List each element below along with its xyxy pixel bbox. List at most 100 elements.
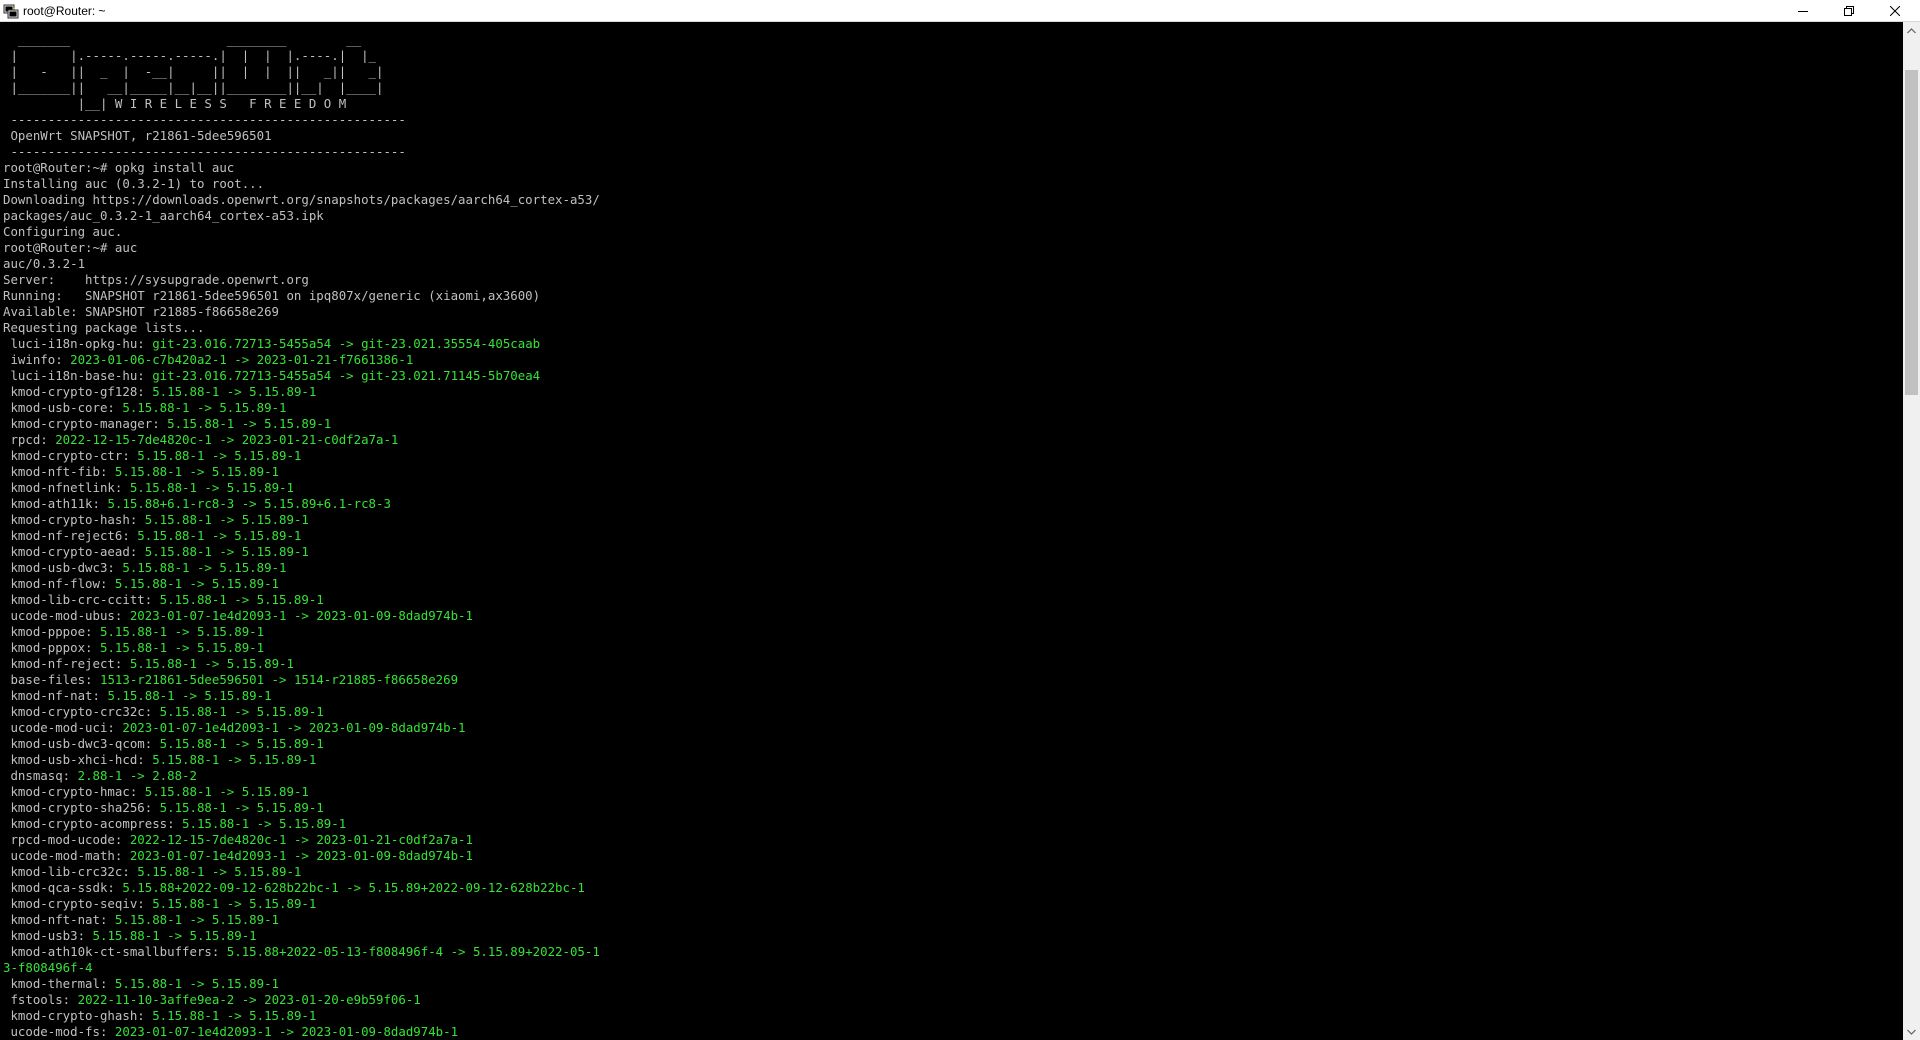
terminal-output[interactable]: _______ ________ __ | |.-----.-----.----… — [0, 22, 1903, 1040]
package-name: kmod-ath10k-ct-smallbuffers: — [3, 944, 227, 959]
package-name: kmod-crypto-gf128: — [3, 384, 153, 399]
restore-icon — [1844, 6, 1854, 16]
line-text: Server: https://sysupgrade.openwrt.org — [3, 272, 309, 287]
scrollbar-thumb[interactable] — [1905, 70, 1918, 395]
terminal-line: kmod-nft-nat: 5.15.88-1 -> 5.15.89-1 — [3, 912, 600, 928]
package-version-change: 5.15.88-1 -> 5.15.89-1 — [159, 800, 324, 815]
terminal-line: luci-i18n-base-hu: git-23.016.72713-5455… — [3, 368, 600, 384]
package-name: kmod-lib-crc32c: — [3, 864, 138, 879]
package-version-change: 2.88-1 -> 2.88-2 — [77, 768, 197, 783]
package-name: ucode-mod-ubus: — [3, 608, 130, 623]
package-name: kmod-pppox: — [3, 640, 100, 655]
package-version-change: 5.15.88-1 -> 5.15.89-1 — [152, 384, 317, 399]
package-name: kmod-nf-flow: — [3, 576, 115, 591]
package-name: kmod-nft-fib: — [3, 464, 115, 479]
package-version-change: 5.15.88-1 -> 5.15.89-1 — [159, 592, 324, 607]
terminal-line: kmod-crypto-seqiv: 5.15.88-1 -> 5.15.89-… — [3, 896, 600, 912]
scroll-up-arrow-icon[interactable] — [1903, 22, 1920, 39]
package-version-change: 5.15.88-1 -> 5.15.89-1 — [159, 704, 324, 719]
terminal-line: rpcd: 2022-12-15-7de4820c-1 -> 2023-01-2… — [3, 432, 600, 448]
line-text: |__| W I R E L E S S F R E E D O M — [3, 96, 347, 111]
package-name: kmod-qca-ssdk: — [3, 880, 123, 895]
line-text: root@Router:~# opkg install auc — [3, 160, 235, 175]
terminal-line: OpenWrt SNAPSHOT, r21861-5dee596501 — [3, 128, 600, 144]
scroll-down-arrow-icon[interactable] — [1903, 1023, 1920, 1040]
terminal-line: Available: SNAPSHOT r21885-f86658e269 — [3, 304, 600, 320]
terminal-line: luci-i18n-opkg-hu: git-23.016.72713-5455… — [3, 336, 600, 352]
terminal-line: kmod-lib-crc32c: 5.15.88-1 -> 5.15.89-1 — [3, 864, 600, 880]
package-version-change: 5.15.88-1 -> 5.15.89-1 — [122, 400, 287, 415]
terminal-line: kmod-usb3: 5.15.88-1 -> 5.15.89-1 — [3, 928, 600, 944]
line-text: Available: SNAPSHOT r21885-f86658e269 — [3, 304, 280, 319]
terminal-line: ucode-mod-uci: 2023-01-07-1e4d2093-1 -> … — [3, 720, 600, 736]
terminal-lines: _______ ________ __ | |.-----.-----.----… — [3, 32, 600, 1040]
package-version-change: 5.15.88-1 -> 5.15.89-1 — [122, 560, 287, 575]
package-version-change: 5.15.88-1 -> 5.15.89-1 — [137, 448, 302, 463]
terminal-line: kmod-thermal: 5.15.88-1 -> 5.15.89-1 — [3, 976, 600, 992]
package-version-change: 5.15.88-1 -> 5.15.89-1 — [99, 624, 265, 639]
terminal-line: Running: SNAPSHOT r21861-5dee596501 on i… — [3, 288, 600, 304]
terminal-line: kmod-crypto-crc32c: 5.15.88-1 -> 5.15.89… — [3, 704, 600, 720]
package-version-change: 2023-01-07-1e4d2093-1 -> 2023-01-09-8dad… — [129, 608, 473, 623]
terminal-line: dnsmasq: 2.88-1 -> 2.88-2 — [3, 768, 600, 784]
package-name: luci-i18n-base-hu: — [3, 368, 153, 383]
minimize-button[interactable] — [1780, 0, 1826, 22]
terminal-line: Installing auc (0.3.2-1) to root... — [3, 176, 600, 192]
line-text: |_______|| __|_____|__|__||________||__|… — [3, 80, 384, 95]
package-version-change: 5.15.88-1 -> 5.15.89-1 — [144, 544, 309, 559]
package-version-change: 5.15.88-1 -> 5.15.89-1 — [114, 576, 280, 591]
terminal-line: kmod-lib-crc-ccitt: 5.15.88-1 -> 5.15.89… — [3, 592, 600, 608]
package-name: ucode-mod-math: — [3, 848, 130, 863]
vertical-scrollbar[interactable] — [1903, 22, 1920, 1040]
package-version-change: git-23.016.72713-5455a54 -> git-23.021.3… — [152, 336, 541, 351]
package-version-change: 5.15.88-1 -> 5.15.89-1 — [152, 752, 317, 767]
close-icon — [1890, 6, 1900, 16]
restore-button[interactable] — [1826, 0, 1872, 22]
minimize-icon — [1798, 6, 1808, 16]
package-version-change: 2022-12-15-7de4820c-1 -> 2023-01-21-c0df… — [55, 432, 399, 447]
terminal-line: ucode-mod-math: 2023-01-07-1e4d2093-1 ->… — [3, 848, 600, 864]
package-name: kmod-crypto-seqiv: — [3, 896, 153, 911]
terminal-line: root@Router:~# auc — [3, 240, 600, 256]
terminal-line: kmod-crypto-ctr: 5.15.88-1 -> 5.15.89-1 — [3, 448, 600, 464]
close-button[interactable] — [1872, 0, 1918, 22]
terminal-line: kmod-nf-flow: 5.15.88-1 -> 5.15.89-1 — [3, 576, 600, 592]
terminal-line: kmod-crypto-hash: 5.15.88-1 -> 5.15.89-1 — [3, 512, 600, 528]
terminal-line: Requesting package lists... — [3, 320, 600, 336]
terminal-line: kmod-pppox: 5.15.88-1 -> 5.15.89-1 — [3, 640, 600, 656]
terminal-line: packages/auc_0.3.2-1_aarch64_cortex-a53.… — [3, 208, 600, 224]
package-name: kmod-crypto-sha256: — [3, 800, 160, 815]
package-version-change: 2022-12-15-7de4820c-1 -> 2023-01-21-c0df… — [129, 832, 473, 847]
terminal-line: kmod-ath11k: 5.15.88+6.1-rc8-3 -> 5.15.8… — [3, 496, 600, 512]
line-text: Running: SNAPSHOT r21861-5dee596501 on i… — [3, 288, 541, 303]
line-text: ----------------------------------------… — [3, 144, 406, 159]
terminal-line: kmod-usb-xhci-hcd: 5.15.88-1 -> 5.15.89-… — [3, 752, 600, 768]
package-name: kmod-usb-core: — [3, 400, 123, 415]
package-version-change: 5.15.88-1 -> 5.15.89-1 — [92, 928, 257, 943]
package-name: kmod-nf-nat: — [3, 688, 108, 703]
package-version-change: 2023-01-07-1e4d2093-1 -> 2023-01-09-8dad… — [114, 1024, 459, 1039]
package-version-change: 5.15.88-1 -> 5.15.89-1 — [137, 528, 302, 543]
terminal-line: | |.-----.-----.-----.| | | |.----.| |_ — [3, 48, 600, 64]
line-text: root@Router:~# auc — [3, 240, 138, 255]
package-version-change: 2023-01-07-1e4d2093-1 -> 2023-01-09-8dad… — [129, 848, 473, 863]
terminal-line: _______ ________ __ — [3, 32, 600, 48]
package-name: luci-i18n-opkg-hu: — [3, 336, 153, 351]
package-version-change: git-23.016.72713-5455a54 -> git-23.021.7… — [152, 368, 541, 383]
line-text: Downloading https://downloads.openwrt.or… — [3, 192, 600, 207]
package-name: kmod-thermal: — [3, 976, 115, 991]
line-text: | |.-----.-----.-----.| | | |.----.| |_ — [3, 48, 376, 63]
putty-terminal-icon[interactable] — [3, 3, 19, 19]
package-version-change: 5.15.88-1 -> 5.15.89-1 — [129, 656, 294, 671]
terminal-line: kmod-pppoe: 5.15.88-1 -> 5.15.89-1 — [3, 624, 600, 640]
package-name: kmod-lib-crc-ccitt: — [3, 592, 160, 607]
terminal-line: 3-f808496f-4 — [3, 960, 600, 976]
package-version-change: 5.15.88-1 -> 5.15.89-1 — [144, 512, 309, 527]
terminal-line: kmod-crypto-ghash: 5.15.88-1 -> 5.15.89-… — [3, 1008, 600, 1024]
terminal-line: kmod-ath10k-ct-smallbuffers: 5.15.88+202… — [3, 944, 599, 960]
package-name: kmod-nfnetlink: — [3, 480, 130, 495]
terminal-line: kmod-usb-core: 5.15.88-1 -> 5.15.89-1 — [3, 400, 600, 416]
title-bar[interactable]: root@Router: ~ — [0, 0, 1920, 22]
package-name: kmod-crypto-ctr: — [3, 448, 138, 463]
package-name: kmod-usb-dwc3: — [3, 560, 123, 575]
